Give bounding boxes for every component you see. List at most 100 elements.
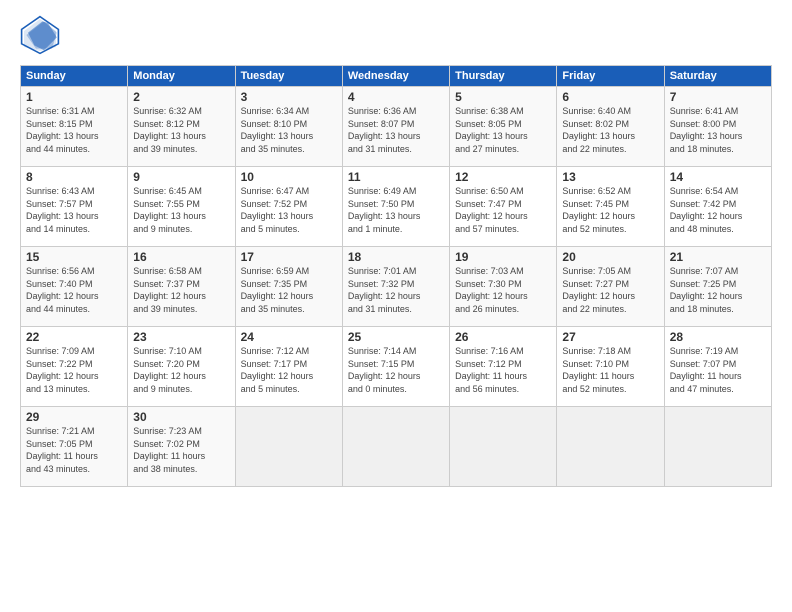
calendar-cell: 6Sunrise: 6:40 AM Sunset: 8:02 PM Daylig… [557,87,664,167]
calendar-cell: 18Sunrise: 7:01 AM Sunset: 7:32 PM Dayli… [342,247,449,327]
day-info: Sunrise: 6:52 AM Sunset: 7:45 PM Dayligh… [562,185,658,235]
calendar-cell: 15Sunrise: 6:56 AM Sunset: 7:40 PM Dayli… [21,247,128,327]
day-number: 25 [348,330,444,344]
calendar-cell [235,407,342,487]
calendar-cell: 20Sunrise: 7:05 AM Sunset: 7:27 PM Dayli… [557,247,664,327]
calendar-table: Sunday Monday Tuesday Wednesday Thursday… [20,65,772,487]
day-number: 4 [348,90,444,104]
day-info: Sunrise: 6:34 AM Sunset: 8:10 PM Dayligh… [241,105,337,155]
day-info: Sunrise: 7:16 AM Sunset: 7:12 PM Dayligh… [455,345,551,395]
day-number: 19 [455,250,551,264]
calendar-cell: 10Sunrise: 6:47 AM Sunset: 7:52 PM Dayli… [235,167,342,247]
day-number: 20 [562,250,658,264]
day-number: 18 [348,250,444,264]
logo-icon [20,15,60,55]
calendar-cell: 2Sunrise: 6:32 AM Sunset: 8:12 PM Daylig… [128,87,235,167]
day-info: Sunrise: 6:59 AM Sunset: 7:35 PM Dayligh… [241,265,337,315]
day-number: 11 [348,170,444,184]
calendar-cell: 5Sunrise: 6:38 AM Sunset: 8:05 PM Daylig… [450,87,557,167]
calendar-cell: 24Sunrise: 7:12 AM Sunset: 7:17 PM Dayli… [235,327,342,407]
calendar-cell: 25Sunrise: 7:14 AM Sunset: 7:15 PM Dayli… [342,327,449,407]
calendar-week-1: 1Sunrise: 6:31 AM Sunset: 8:15 PM Daylig… [21,87,772,167]
day-number: 23 [133,330,229,344]
day-number: 14 [670,170,766,184]
day-info: Sunrise: 7:09 AM Sunset: 7:22 PM Dayligh… [26,345,122,395]
calendar-cell: 22Sunrise: 7:09 AM Sunset: 7:22 PM Dayli… [21,327,128,407]
day-info: Sunrise: 7:23 AM Sunset: 7:02 PM Dayligh… [133,425,229,475]
header-sunday: Sunday [21,66,128,87]
day-number: 15 [26,250,122,264]
day-number: 10 [241,170,337,184]
day-number: 16 [133,250,229,264]
header [20,15,772,55]
calendar-cell: 16Sunrise: 6:58 AM Sunset: 7:37 PM Dayli… [128,247,235,327]
day-info: Sunrise: 6:50 AM Sunset: 7:47 PM Dayligh… [455,185,551,235]
day-number: 6 [562,90,658,104]
calendar-cell: 13Sunrise: 6:52 AM Sunset: 7:45 PM Dayli… [557,167,664,247]
calendar-cell [664,407,771,487]
day-number: 5 [455,90,551,104]
calendar-cell: 26Sunrise: 7:16 AM Sunset: 7:12 PM Dayli… [450,327,557,407]
calendar-cell [342,407,449,487]
logo [20,15,64,55]
day-info: Sunrise: 6:40 AM Sunset: 8:02 PM Dayligh… [562,105,658,155]
day-info: Sunrise: 6:38 AM Sunset: 8:05 PM Dayligh… [455,105,551,155]
day-info: Sunrise: 7:21 AM Sunset: 7:05 PM Dayligh… [26,425,122,475]
day-number: 21 [670,250,766,264]
calendar-cell: 28Sunrise: 7:19 AM Sunset: 7:07 PM Dayli… [664,327,771,407]
calendar-cell [450,407,557,487]
day-number: 17 [241,250,337,264]
calendar-cell: 1Sunrise: 6:31 AM Sunset: 8:15 PM Daylig… [21,87,128,167]
calendar-cell: 11Sunrise: 6:49 AM Sunset: 7:50 PM Dayli… [342,167,449,247]
day-number: 12 [455,170,551,184]
calendar-cell: 30Sunrise: 7:23 AM Sunset: 7:02 PM Dayli… [128,407,235,487]
day-number: 8 [26,170,122,184]
day-number: 3 [241,90,337,104]
day-number: 27 [562,330,658,344]
weekday-header-row: Sunday Monday Tuesday Wednesday Thursday… [21,66,772,87]
header-wednesday: Wednesday [342,66,449,87]
day-number: 22 [26,330,122,344]
day-number: 1 [26,90,122,104]
day-info: Sunrise: 7:19 AM Sunset: 7:07 PM Dayligh… [670,345,766,395]
day-info: Sunrise: 7:03 AM Sunset: 7:30 PM Dayligh… [455,265,551,315]
day-info: Sunrise: 6:58 AM Sunset: 7:37 PM Dayligh… [133,265,229,315]
calendar-cell: 29Sunrise: 7:21 AM Sunset: 7:05 PM Dayli… [21,407,128,487]
calendar-cell: 17Sunrise: 6:59 AM Sunset: 7:35 PM Dayli… [235,247,342,327]
day-info: Sunrise: 6:54 AM Sunset: 7:42 PM Dayligh… [670,185,766,235]
day-info: Sunrise: 6:56 AM Sunset: 7:40 PM Dayligh… [26,265,122,315]
header-tuesday: Tuesday [235,66,342,87]
day-number: 29 [26,410,122,424]
header-thursday: Thursday [450,66,557,87]
calendar-cell: 12Sunrise: 6:50 AM Sunset: 7:47 PM Dayli… [450,167,557,247]
day-info: Sunrise: 6:49 AM Sunset: 7:50 PM Dayligh… [348,185,444,235]
day-number: 28 [670,330,766,344]
calendar-cell [557,407,664,487]
day-info: Sunrise: 6:32 AM Sunset: 8:12 PM Dayligh… [133,105,229,155]
day-number: 26 [455,330,551,344]
calendar-cell: 8Sunrise: 6:43 AM Sunset: 7:57 PM Daylig… [21,167,128,247]
day-info: Sunrise: 7:10 AM Sunset: 7:20 PM Dayligh… [133,345,229,395]
day-info: Sunrise: 7:05 AM Sunset: 7:27 PM Dayligh… [562,265,658,315]
header-saturday: Saturday [664,66,771,87]
day-info: Sunrise: 6:36 AM Sunset: 8:07 PM Dayligh… [348,105,444,155]
day-info: Sunrise: 6:43 AM Sunset: 7:57 PM Dayligh… [26,185,122,235]
calendar-week-5: 29Sunrise: 7:21 AM Sunset: 7:05 PM Dayli… [21,407,772,487]
calendar-week-3: 15Sunrise: 6:56 AM Sunset: 7:40 PM Dayli… [21,247,772,327]
header-friday: Friday [557,66,664,87]
day-info: Sunrise: 7:01 AM Sunset: 7:32 PM Dayligh… [348,265,444,315]
day-number: 2 [133,90,229,104]
calendar-cell: 14Sunrise: 6:54 AM Sunset: 7:42 PM Dayli… [664,167,771,247]
calendar-cell: 3Sunrise: 6:34 AM Sunset: 8:10 PM Daylig… [235,87,342,167]
day-info: Sunrise: 6:31 AM Sunset: 8:15 PM Dayligh… [26,105,122,155]
calendar-cell: 9Sunrise: 6:45 AM Sunset: 7:55 PM Daylig… [128,167,235,247]
calendar-cell: 4Sunrise: 6:36 AM Sunset: 8:07 PM Daylig… [342,87,449,167]
calendar-cell: 23Sunrise: 7:10 AM Sunset: 7:20 PM Dayli… [128,327,235,407]
day-number: 24 [241,330,337,344]
day-info: Sunrise: 7:07 AM Sunset: 7:25 PM Dayligh… [670,265,766,315]
day-info: Sunrise: 7:18 AM Sunset: 7:10 PM Dayligh… [562,345,658,395]
calendar-cell: 19Sunrise: 7:03 AM Sunset: 7:30 PM Dayli… [450,247,557,327]
day-number: 13 [562,170,658,184]
calendar-week-4: 22Sunrise: 7:09 AM Sunset: 7:22 PM Dayli… [21,327,772,407]
calendar-cell: 27Sunrise: 7:18 AM Sunset: 7:10 PM Dayli… [557,327,664,407]
